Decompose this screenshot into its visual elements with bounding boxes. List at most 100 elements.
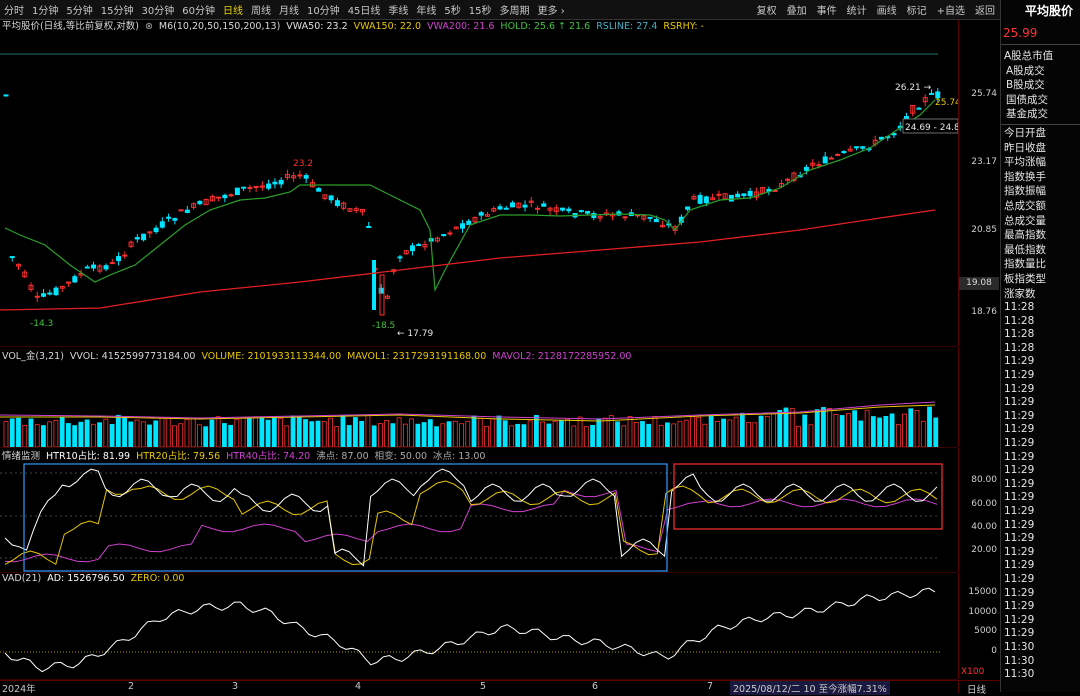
volume-bar	[109, 423, 115, 447]
date-label: 4	[355, 681, 362, 692]
volume-bar	[827, 408, 833, 447]
timeframe-tab[interactable]: 周线	[247, 2, 275, 17]
timeframe-tab[interactable]: 60分钟	[178, 2, 219, 17]
volume-bar	[677, 420, 683, 447]
sentiment-chart[interactable]	[0, 448, 958, 572]
volume-bar	[802, 414, 808, 447]
timeframe-tab[interactable]: 5秒	[440, 2, 464, 17]
candle-body	[66, 281, 72, 284]
tool-button[interactable]: 复权	[752, 2, 782, 17]
chart-tool-buttons: 复权 叠加 事件 统计 画线 标记 +自选 返回	[752, 0, 1000, 19]
indicator-value: VOL_金(3,21)	[2, 351, 64, 362]
timeframe-tab[interactable]: 日线	[219, 2, 247, 17]
timeframe-tab[interactable]: 30分钟	[137, 2, 178, 17]
volume-bar	[415, 423, 421, 447]
volume-bar	[197, 424, 202, 447]
timeframe-tab[interactable]: 10分钟	[303, 2, 344, 17]
candle-body	[253, 186, 259, 189]
volume-bar	[596, 418, 602, 447]
candle-body	[172, 218, 178, 221]
vad-chart[interactable]	[0, 573, 958, 679]
timeframe-tab[interactable]: 季线	[384, 2, 412, 17]
volume-bar	[115, 414, 121, 447]
sentiment-panel[interactable]: 情绪监测 HTR10占比: 81.99 HTR20占比: 79.56 HTR40占比:…	[0, 448, 958, 573]
candlestick-chart[interactable]: 23.2 -14.3 -18.5← 17.79 26.21 →25.74 24.69 -…	[0, 20, 958, 346]
volume-bar	[864, 409, 870, 447]
tick-time: 11:29	[1004, 369, 1035, 382]
sentiment-y-axis: 80.00 60.00 40.00 20.00	[958, 448, 1001, 572]
volume-bar	[153, 420, 159, 447]
sidebar-stat: B股成交	[1006, 79, 1045, 92]
candle-body	[241, 186, 247, 189]
volume-bar	[602, 417, 608, 447]
candle-body	[159, 221, 165, 228]
indicator-value: HTR40占比: 74.20	[226, 451, 311, 462]
volume-bar	[796, 425, 801, 447]
vad-y-label: 15000	[968, 587, 997, 597]
tick-time: 11:29	[1004, 423, 1035, 436]
volume-bar	[515, 423, 521, 447]
last-price: 25.99	[1003, 26, 1038, 40]
timeframe-tab[interactable]: 月线	[275, 2, 303, 17]
date-axis: 2024年 2 3 4 5 6 7 2025/08/12/二 10 至今涨幅7.…	[0, 680, 958, 695]
indicator-value: 冰点: 13.00	[433, 451, 486, 462]
vad-panel[interactable]: VAD(21) AD: 1526796.50 ZERO: 0.00	[0, 573, 958, 680]
tool-button[interactable]: +自选	[932, 2, 970, 17]
candle-body	[728, 194, 734, 202]
volume-panel-header: VOL_金(3,21) VVOL: 4152599773184.00 VOLUME:…	[2, 348, 637, 362]
volume-bar	[714, 421, 720, 447]
tool-button[interactable]: 返回	[970, 2, 1000, 17]
candle-body	[585, 210, 591, 214]
volume-bar	[78, 421, 84, 447]
tool-button[interactable]: 事件	[812, 2, 842, 17]
high-annotation: 23.2	[293, 159, 313, 169]
timeframe-tab[interactable]: 45日线	[344, 2, 385, 17]
volume-bar	[340, 414, 346, 447]
volume-bar	[870, 416, 876, 447]
volume-bar	[446, 421, 452, 447]
tool-button[interactable]: 叠加	[782, 2, 812, 17]
volume-panel[interactable]: VOL_金(3,21) VVOL: 4152599773184.00 VOLUME:…	[0, 347, 958, 448]
volume-bar	[402, 423, 408, 447]
volume-bar	[390, 423, 396, 447]
candle-body	[328, 195, 334, 201]
timeframe-tab[interactable]: 更多 ›	[534, 2, 569, 17]
volume-bar	[552, 420, 558, 447]
volume-bar	[334, 426, 340, 447]
indicator-value: VOLUME: 2101933113344.00	[201, 351, 342, 362]
candle-body	[816, 164, 822, 167]
indicator-value: 相变: 50.00	[374, 451, 428, 462]
volume-bar	[321, 420, 327, 447]
price-panel[interactable]: 平均股价(日线,等比前复权,对数) ⊗ M6(10,20,50,150,200,13…	[0, 20, 958, 347]
tool-button[interactable]: 画线	[872, 2, 902, 17]
timeframe-tab[interactable]: 1分钟	[28, 2, 62, 17]
candle-body	[803, 166, 809, 171]
candle-body	[222, 194, 228, 199]
volume-bar	[646, 423, 652, 447]
volume-bar	[908, 408, 914, 447]
indicator-value: HTR10占比: 81.99	[46, 451, 131, 462]
indicator-value: MAVOL1: 2317293191168.00	[347, 351, 487, 362]
tool-button[interactable]: 标记	[902, 2, 932, 17]
stats-list: 今日开盘 昨日收盘 平均涨幅 指数换手 指数振幅 总成交额 总成交量 最高指数 最低指数 指数量比…	[1001, 123, 1080, 301]
timeframe-tab[interactable]: 15秒	[465, 2, 496, 17]
timeframe-tab[interactable]: 分时	[0, 2, 28, 17]
volume-bar	[384, 420, 390, 447]
tool-button[interactable]: 统计	[842, 2, 872, 17]
volume-y-axis	[958, 347, 1001, 447]
volume-bar	[502, 420, 508, 447]
timeframe-tab[interactable]: 15分钟	[97, 2, 138, 17]
candle-body	[372, 260, 376, 310]
candle-body	[397, 256, 403, 259]
timeframe-tab[interactable]: 5分钟	[62, 2, 96, 17]
timeframe-tab[interactable]: 多周期	[496, 2, 534, 17]
volume-chart[interactable]	[0, 347, 958, 447]
timeframe-tab[interactable]: 年线	[412, 2, 440, 17]
sidebar-stat: 总成交量	[1004, 214, 1046, 227]
candle-body	[860, 146, 866, 149]
volume-bar	[172, 425, 177, 447]
price-y-label: 18.76	[971, 307, 997, 317]
volume-bar	[565, 418, 570, 447]
date-label: 5	[480, 681, 487, 692]
volume-bar	[309, 421, 315, 447]
